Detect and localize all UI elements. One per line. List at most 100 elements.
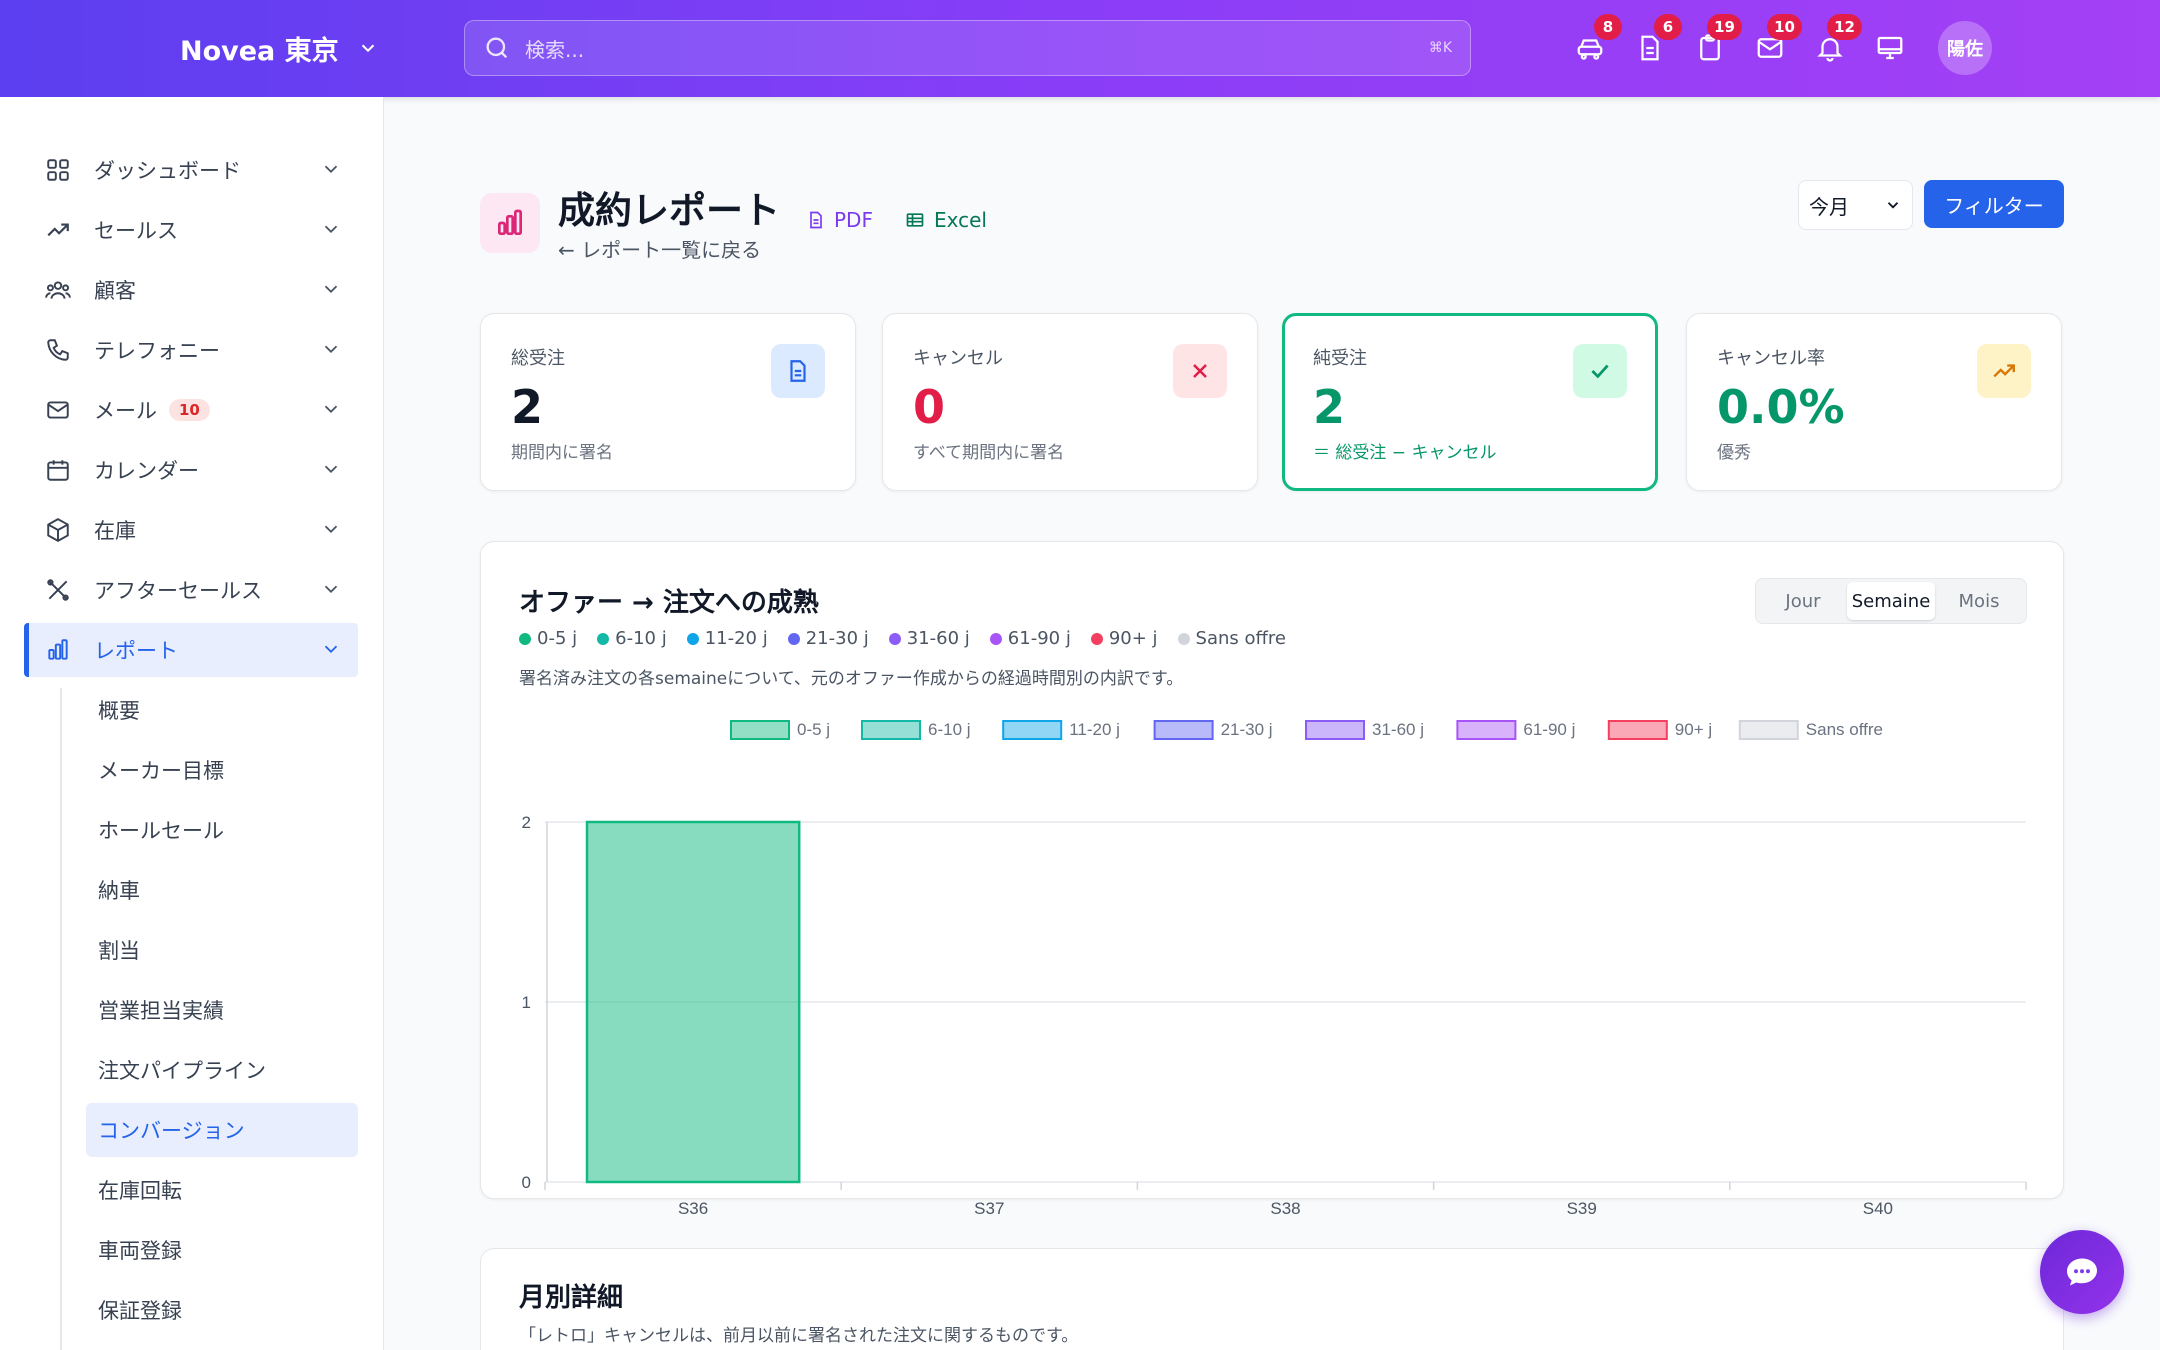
legend-label: 21-30 j <box>805 628 869 649</box>
sidebar-item-reports[interactable]: レポート <box>24 623 358 677</box>
kpi-label: キャンセル <box>913 348 1003 369</box>
legend-label: 11-20 j <box>704 628 768 649</box>
legend-label: 61-90 j <box>1007 628 1071 649</box>
sidebar-subitem[interactable]: 営業担当実績 <box>86 983 358 1037</box>
legend-item: 90+ j <box>1090 628 1158 649</box>
kpi-card-cancel-rate: キャンセル率 0.0% 優秀 <box>1686 313 2062 491</box>
kpi-sub: 優秀 <box>1717 443 1751 463</box>
chevron-down-icon <box>324 405 338 414</box>
trend-up-icon <box>1977 344 2031 398</box>
notification-badge: 12 <box>1827 14 1862 40</box>
kpi-value: 2 <box>1313 380 1346 434</box>
period-select[interactable]: 今月 <box>1798 180 1913 230</box>
kpi-label: 総受注 <box>511 348 565 369</box>
search-icon <box>486 37 508 59</box>
users-icon <box>44 276 72 304</box>
sidebar-item-label: ダッシュボード <box>94 159 241 183</box>
legend-text: 31-60 j <box>1372 720 1424 739</box>
sidebar-subitem[interactable]: 納車 <box>86 863 358 917</box>
maturation-chart-panel: オファー → 注文への成熟 0-5 j 6-10 j 11-20 j 21-30 j 3… <box>480 541 2064 1218</box>
chevron-down-icon <box>324 285 338 294</box>
monitor-icon[interactable] <box>1872 30 1908 66</box>
kpi-label: 純受注 <box>1313 348 1367 369</box>
monthly-detail-panel: 月別詳細 「レトロ」キャンセルは、前月以前に署名された注文に関するものです。 <box>480 1248 2064 1350</box>
sidebar-item-dashboard[interactable]: ダッシュボード <box>24 143 358 197</box>
legend-swatch <box>1456 720 1517 740</box>
legend-item: 31-60 j <box>888 628 970 649</box>
sidebar-item-mail[interactable]: メール 10 <box>24 383 358 437</box>
legend-text: 11-20 j <box>1069 720 1120 739</box>
toggle-week[interactable]: Semaine <box>1847 582 1935 620</box>
bell-icon[interactable]: 12 <box>1812 14 1862 66</box>
filter-button[interactable]: フィルター <box>1924 180 2064 228</box>
sidebar-item-calendar[interactable]: カレンダー <box>24 443 358 497</box>
sidebar-subitem-active[interactable]: コンバージョン <box>86 1103 358 1157</box>
back-link[interactable]: ← レポート一覧に戻る <box>558 234 761 263</box>
sidebar-subitem[interactable]: メーカー目標 <box>86 743 358 797</box>
clipboard-icon[interactable]: 19 <box>1692 14 1742 66</box>
sidebar-item-label: カレンダー <box>94 459 199 483</box>
car-icon[interactable]: 8 <box>1572 14 1622 66</box>
toggle-day[interactable]: Jour <box>1759 582 1847 620</box>
sidebar-subitem[interactable]: 保証登録 <box>86 1283 358 1337</box>
kpi-value: 2 <box>511 380 544 434</box>
chat-button[interactable] <box>2040 1230 2124 1314</box>
phone-icon <box>44 336 72 364</box>
legend-swatch <box>861 720 921 740</box>
legend-item: 6-10 j <box>597 628 667 649</box>
kpi-card-cancellations: キャンセル 0 すべて期間内に署名 <box>882 313 1258 491</box>
toggle-month[interactable]: Mois <box>1935 582 2023 620</box>
sidebar-item-label: 顧客 <box>94 279 136 303</box>
sidebar-item-telephony[interactable]: テレフォニー <box>24 323 358 377</box>
chevron-down-icon <box>324 165 338 174</box>
sidebar-subitem[interactable]: ホールセール <box>86 803 358 857</box>
notification-badge: 19 <box>1707 14 1742 40</box>
trend-icon <box>44 216 72 244</box>
bar <box>585 820 801 1184</box>
chevron-down-icon <box>324 465 338 474</box>
avatar[interactable]: 陽佐 <box>1938 21 1992 75</box>
sidebar-item-sales[interactable]: セールス <box>24 203 358 257</box>
brand-name: Novea 東京 <box>180 35 339 67</box>
search-input[interactable]: 検索... ⌘K <box>464 20 1471 76</box>
legend-text: 90+ j <box>1675 720 1712 739</box>
legend-text: 0-5 j <box>797 720 830 739</box>
grid-icon <box>44 156 72 184</box>
tools-icon <box>44 576 72 604</box>
sidebar-item-aftersales[interactable]: アフターセールス <box>24 563 358 617</box>
legend-text: Sans offre <box>1806 720 1883 739</box>
legend-dot <box>787 633 800 645</box>
box-icon <box>44 516 72 544</box>
legend-dot <box>686 633 699 645</box>
section-note: 「レトロ」キャンセルは、前月以前に署名された注文に関するものです。 <box>519 1326 1079 1346</box>
chevron-down-icon <box>324 645 338 654</box>
sidebar-subitem[interactable]: 割当 <box>86 923 358 977</box>
count-badge: 10 <box>169 399 210 421</box>
sidebar-item-customers[interactable]: 顧客 <box>24 263 358 317</box>
brand-switcher[interactable]: Novea 東京 <box>180 26 379 70</box>
sidebar-item-label: セールス <box>94 219 178 243</box>
y-tick-label: 2 <box>522 813 531 832</box>
sidebar-item-label: 在庫 <box>94 519 136 543</box>
top-bar: Novea 東京 検索... ⌘K 8 6 19 10 12 陽佐 <box>0 0 2160 97</box>
document-icon[interactable]: 6 <box>1632 14 1682 66</box>
sidebar-subitem[interactable]: 注文パイプライン <box>86 1043 358 1097</box>
legend-swatch <box>730 720 790 740</box>
pdf-export-button[interactable]: PDF <box>806 208 873 232</box>
chevron-down-icon <box>324 345 338 354</box>
sidebar-subitem[interactable]: 在庫回転 <box>86 1163 358 1217</box>
mail-icon[interactable]: 10 <box>1752 14 1802 66</box>
sidebar-subitem[interactable]: 概要 <box>86 683 358 737</box>
sidebar-subitem[interactable]: 車両登録 <box>86 1223 358 1277</box>
sidebar-item-inventory[interactable]: 在庫 <box>24 503 358 557</box>
legend-dot <box>519 633 531 645</box>
excel-export-button[interactable]: Excel <box>904 208 987 232</box>
legend-text: 21-30 j <box>1221 720 1273 739</box>
x-tick-label: S40 <box>1863 1199 1893 1218</box>
granularity-toggle[interactable]: Jour Semaine Mois <box>1755 578 2027 624</box>
sidebar-item-label: レポート <box>94 639 178 663</box>
legend-dot <box>1090 633 1103 645</box>
kpi-label: キャンセル率 <box>1717 348 1825 369</box>
legend-item: 21-30 j <box>787 628 869 649</box>
legend-item: 61-90 j <box>989 628 1071 649</box>
